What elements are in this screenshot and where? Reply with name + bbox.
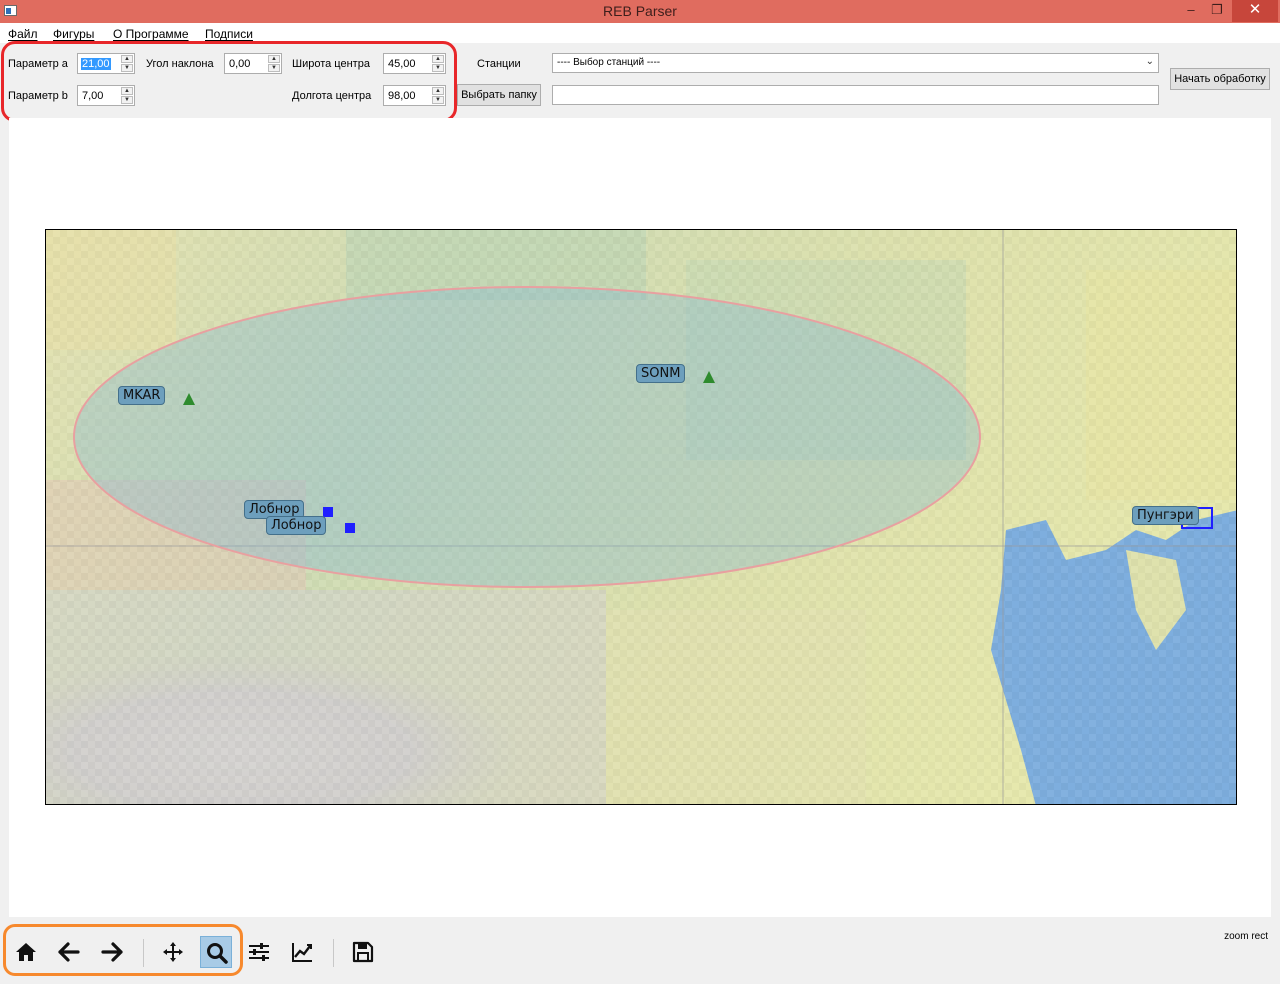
map-label-mkar: MKAR [118,386,166,405]
save-button[interactable] [347,936,379,968]
map-label-pungeri: Пунгэри [1132,506,1199,525]
status-label: zoom rect [1224,931,1268,942]
line-chart-icon [292,943,312,962]
stations-selected: ---- Выбор станций ---- [557,57,661,68]
title-bar: REB Parser ‒ ❐ ✕ [0,0,1280,23]
save-icon [352,941,374,963]
minimize-button[interactable]: ‒ [1180,0,1202,22]
start-processing-button[interactable]: Начать обработку [1170,68,1270,90]
chevron-down-icon: ⌄ [1145,56,1154,67]
close-icon: ✕ [1248,1,1262,18]
restore-button[interactable]: ❐ [1206,0,1228,22]
highlight-annotation [1,41,457,122]
map-label-lobnor-2: Лобнор [266,516,327,535]
toolbar-separator [333,939,334,967]
close-button[interactable]: ✕ [1232,0,1278,22]
folder-path-field[interactable] [552,85,1159,105]
choose-folder-button[interactable]: Выбрать папку [457,84,541,106]
map-plot[interactable]: MKAR SONM Лобнор Лобнор Пунгэри [45,229,1237,805]
subplots-button[interactable] [243,936,275,968]
menu-about[interactable]: О Программе [113,27,189,41]
map-label-sonm: SONM [636,364,686,383]
minimize-icon: ‒ [1187,2,1195,17]
area-ellipse [73,286,981,588]
window-title: REB Parser [603,3,677,19]
menu-shapes[interactable]: Фигуры [53,27,94,41]
subplots-icon [249,943,269,961]
menu-captions[interactable]: Подписи [205,27,253,41]
event-marker-lobnor-2 [345,523,355,533]
edit-axes-button[interactable] [286,936,318,968]
stations-label: Станции [477,58,521,70]
stations-combobox[interactable]: ---- Выбор станций ---- ⌄ [552,53,1159,73]
map-svg [46,230,1236,804]
menu-file[interactable]: Файл [8,27,38,41]
highlight-annotation [3,924,243,976]
menu-bar: Файл Фигуры О Программе Подписи [0,23,1280,43]
event-marker-lobnor-1 [323,507,333,517]
restore-icon: ❐ [1211,2,1223,17]
